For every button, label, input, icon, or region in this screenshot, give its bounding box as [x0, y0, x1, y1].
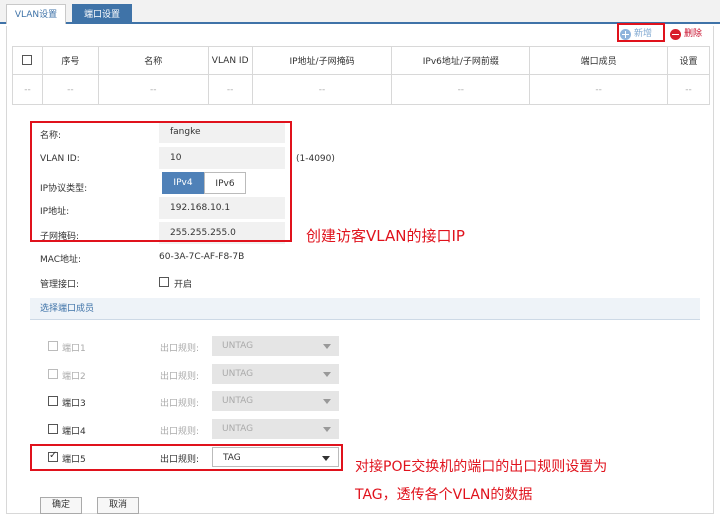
header-port-members: 端口成员: [529, 46, 668, 75]
port-members-section: 选择端口成员: [30, 298, 700, 320]
tab-vlan-settings[interactable]: VLAN设置: [6, 4, 66, 24]
port-row-1: 端口1 出口规则: UNTAG: [48, 336, 348, 358]
port-row-4: 端口4 出口规则: UNTAG: [48, 419, 348, 441]
table-cell: --: [41, 74, 99, 105]
management-interface-option: 开启: [174, 280, 193, 290]
port-2-label: 端口2: [62, 372, 86, 382]
ok-button[interactable]: 确定: [40, 497, 82, 514]
table-cell: --: [251, 74, 393, 105]
highlight-add-button: [617, 23, 665, 42]
annotation-interface-ip: 创建访客VLAN的接口IP: [306, 227, 465, 245]
header-name: 名称: [97, 46, 209, 75]
port-1-label: 端口1: [62, 344, 86, 354]
port-2-rule-value: UNTAG: [222, 369, 254, 379]
header-settings: 设置: [667, 46, 710, 75]
port-1-rule-value: UNTAG: [222, 341, 254, 351]
port-4-label: 端口4: [62, 427, 86, 437]
management-interface-label: 管理接口:: [40, 280, 80, 290]
port-1-rule-label: 出口规则:: [160, 344, 200, 354]
header-index: 序号: [41, 46, 99, 75]
table-cell: --: [391, 74, 531, 105]
tab-bar: VLAN设置 端口设置: [0, 0, 720, 24]
chevron-down-icon: [323, 399, 331, 404]
table-cell: --: [12, 74, 43, 105]
table-cell: --: [207, 74, 253, 105]
port-4-rule-select[interactable]: UNTAG: [212, 419, 339, 439]
mac-address-value: 60-3A-7C-AF-F8-7B: [159, 252, 245, 262]
chevron-down-icon: [323, 427, 331, 432]
chevron-down-icon: [323, 372, 331, 377]
port-row-2: 端口2 出口规则: UNTAG: [48, 364, 348, 386]
header-select-all[interactable]: [12, 46, 43, 75]
select-all-checkbox[interactable]: [22, 55, 33, 66]
delete-icon: [670, 28, 681, 40]
delete-button-label: 删除: [684, 29, 703, 39]
annotation-port-rule-line2: TAG，透传各个VLAN的数据: [355, 487, 533, 503]
port-3-rule-label: 出口规则:: [160, 399, 200, 409]
port-2-checkbox[interactable]: [48, 369, 58, 379]
highlight-port-5: [30, 444, 343, 471]
port-4-rule-label: 出口规则:: [160, 427, 200, 437]
port-4-rule-value: UNTAG: [222, 424, 254, 434]
delete-button[interactable]: 删除: [670, 26, 702, 42]
vlan-id-range: (1-4090): [296, 154, 335, 164]
port-row-3: 端口3 出口规则: UNTAG: [48, 391, 348, 413]
annotation-port-rule-line1: 对接POE交换机的端口的出口规则设置为: [355, 459, 608, 475]
port-4-checkbox[interactable]: [48, 424, 58, 434]
management-interface-checkbox[interactable]: [159, 277, 169, 287]
table-cell: --: [529, 74, 668, 105]
header-vlan-id: VLAN ID: [207, 46, 253, 75]
port-3-label: 端口3: [62, 399, 86, 409]
vlan-table: 序号 名称 VLAN ID IP地址/子网掩码 IPv6地址/子网前缀 端口成员…: [12, 46, 710, 105]
header-ip-mask: IP地址/子网掩码: [251, 46, 393, 75]
port-2-rule-select[interactable]: UNTAG: [212, 364, 339, 384]
port-1-rule-select[interactable]: UNTAG: [212, 336, 339, 356]
highlight-interface-ip: [30, 121, 292, 242]
tab-port-settings[interactable]: 端口设置: [72, 4, 132, 24]
chevron-down-icon: [323, 344, 331, 349]
table-header-row: 序号 名称 VLAN ID IP地址/子网掩码 IPv6地址/子网前缀 端口成员…: [12, 46, 710, 75]
cancel-button[interactable]: 取消: [97, 497, 139, 514]
port-2-rule-label: 出口规则:: [160, 372, 200, 382]
port-3-checkbox[interactable]: [48, 396, 58, 406]
header-ipv6: IPv6地址/子网前缀: [391, 46, 531, 75]
mac-address-label: MAC地址:: [40, 255, 82, 265]
port-1-checkbox[interactable]: [48, 341, 58, 351]
table-cell: --: [97, 74, 209, 105]
table-cell: --: [667, 74, 710, 105]
port-3-rule-select[interactable]: UNTAG: [212, 391, 339, 411]
table-row: -- -- -- -- -- -- -- --: [12, 74, 710, 105]
port-3-rule-value: UNTAG: [222, 396, 254, 406]
